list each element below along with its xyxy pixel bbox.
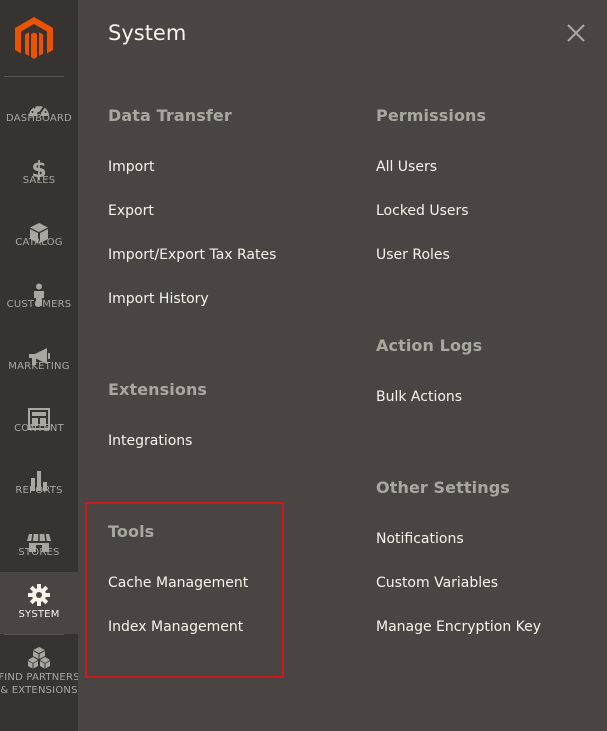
sidebar-item-label: REPORTS (15, 485, 63, 496)
sidebar-item-label: STORES (18, 547, 60, 558)
sidebar-item-label: SALES (22, 175, 56, 186)
gear-icon (0, 582, 78, 608)
menu-link-bulk-actions[interactable]: Bulk Actions (376, 389, 462, 405)
sidebar-item-label: DASHBOARD (6, 113, 72, 124)
section-title-data-transfer: Data Transfer (108, 106, 232, 125)
section-title-action-logs: Action Logs (376, 336, 483, 355)
close-panel-button[interactable] (563, 20, 589, 46)
section-title-extensions: Extensions (108, 380, 208, 399)
magento-logo-icon[interactable] (15, 17, 53, 61)
menu-link-import[interactable]: Import (108, 159, 154, 175)
sidebar-item-marketing[interactable]: MARKETING (0, 336, 78, 398)
sidebar-item-label: CONTENT (14, 423, 64, 434)
admin-sidebar: DASHBOARD $ SALES CATALOG CUSTOMERS MARK… (0, 0, 79, 731)
sidebar-item-label: SYSTEM (18, 609, 60, 620)
menu-link-import-export-tax-rates[interactable]: Import/Export Tax Rates (108, 247, 276, 263)
system-menu-panel: System Data Transfer Import Export Impor… (78, 0, 607, 731)
panel-title: System (108, 21, 187, 45)
sidebar-item-label: MARKETING (8, 361, 70, 372)
sidebar-item-reports[interactable]: REPORTS (0, 460, 78, 522)
sidebar-item-catalog[interactable]: CATALOG (0, 212, 78, 274)
sidebar-item-customers[interactable]: CUSTOMERS (0, 274, 78, 336)
sidebar-item-label: FIND PARTNERS & EXTENSIONS (0, 672, 80, 696)
section-title-tools: Tools (108, 522, 155, 541)
sidebar-item-find-partners[interactable]: FIND PARTNERS & EXTENSIONS (0, 642, 79, 704)
sidebar-item-label: CATALOG (15, 237, 63, 248)
menu-link-all-users[interactable]: All Users (376, 159, 437, 175)
section-title-other-settings: Other Settings (376, 478, 510, 497)
boxes-icon (0, 645, 78, 671)
sidebar-item-system[interactable]: SYSTEM (0, 572, 78, 634)
menu-link-notifications[interactable]: Notifications (376, 531, 464, 547)
menu-link-export[interactable]: Export (108, 203, 154, 219)
menu-link-index-management[interactable]: Index Management (108, 619, 243, 635)
menu-link-cache-management[interactable]: Cache Management (108, 575, 248, 591)
logo-divider (4, 76, 64, 77)
menu-link-user-roles[interactable]: User Roles (376, 247, 450, 263)
sidebar-item-content[interactable]: CONTENT (0, 398, 78, 460)
menu-link-locked-users[interactable]: Locked Users (376, 203, 469, 219)
menu-link-import-history[interactable]: Import History (108, 291, 209, 307)
sidebar-item-label: CUSTOMERS (6, 299, 72, 310)
section-title-permissions: Permissions (376, 106, 487, 125)
menu-link-custom-variables[interactable]: Custom Variables (376, 575, 498, 591)
menu-link-integrations[interactable]: Integrations (108, 433, 192, 449)
sidebar-divider (4, 634, 64, 635)
sidebar-item-dashboard[interactable]: DASHBOARD (0, 88, 78, 150)
close-icon (567, 24, 585, 42)
sidebar-item-sales[interactable]: $ SALES (0, 150, 78, 212)
menu-link-manage-encryption-key[interactable]: Manage Encryption Key (376, 619, 541, 635)
